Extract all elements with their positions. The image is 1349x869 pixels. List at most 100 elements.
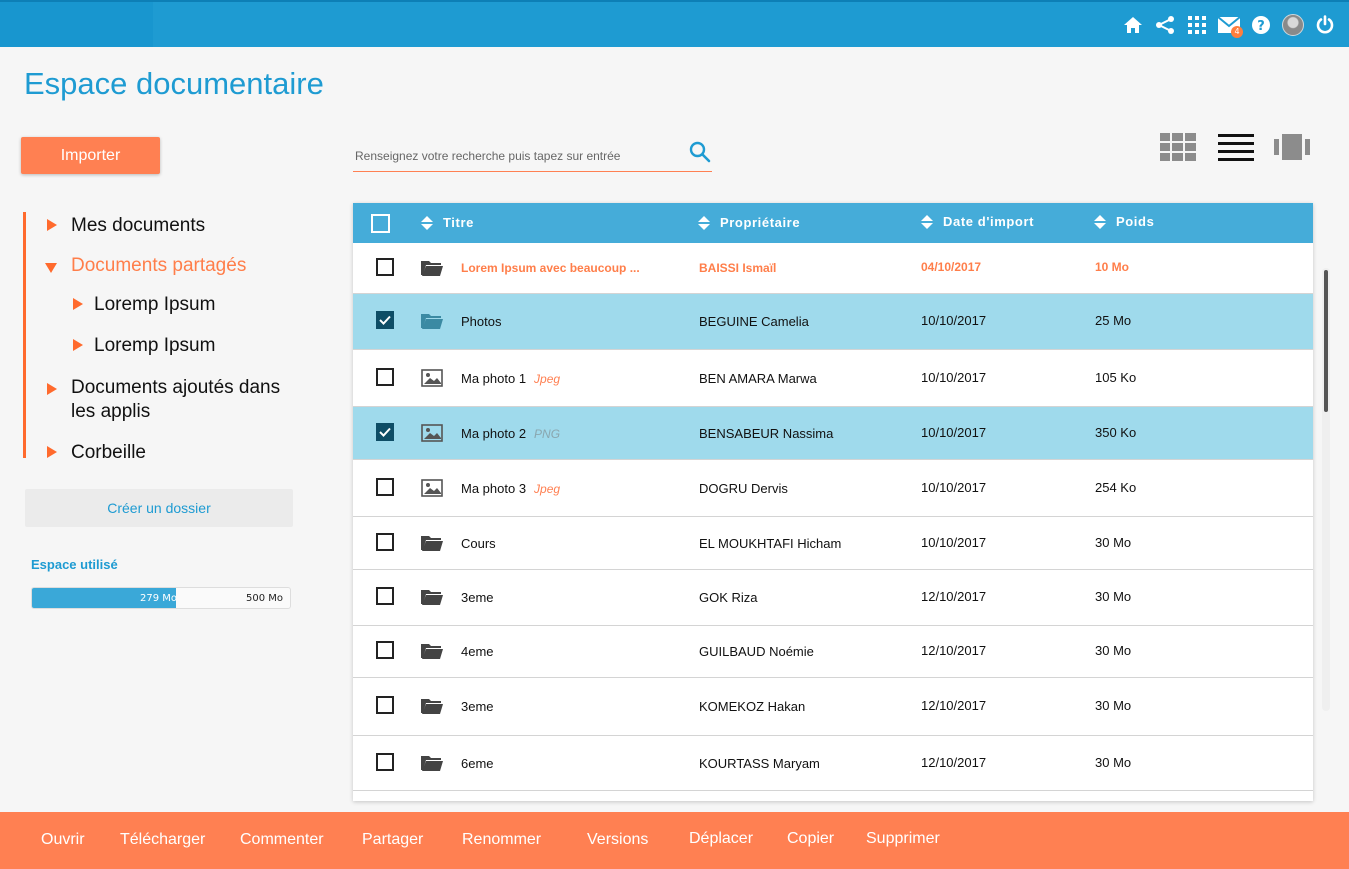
cell-size: 30 Mo <box>1095 643 1132 658</box>
storage-bar: 279 Mo 500 Mo <box>31 587 291 609</box>
row-checkbox[interactable] <box>376 753 394 771</box>
folder-icon <box>421 754 443 777</box>
action-partager[interactable]: Partager <box>362 831 423 849</box>
row-checkbox[interactable] <box>376 478 394 496</box>
column-header-label: Titre <box>443 215 474 230</box>
cell-title[interactable]: Lorem Ipsum avec beaucoup ... <box>461 261 640 275</box>
tree-item-loremp-ipsum-2[interactable]: Loremp Ipsum <box>73 335 215 357</box>
title-text: 4eme <box>461 644 494 659</box>
column-header-proprietaire[interactable]: Propriétaire <box>698 215 800 230</box>
create-folder-button[interactable]: Créer un dossier <box>25 489 293 527</box>
cell-title[interactable]: Ma photo 3 Jpeg <box>461 481 560 496</box>
import-button[interactable]: Importer <box>21 137 160 174</box>
table-row[interactable]: 3eme GOK Riza 12/10/2017 30 Mo <box>353 570 1313 626</box>
cell-title[interactable]: 6eme <box>461 756 494 771</box>
tree-item-documents-applis[interactable]: Documents ajoutés dans les applis <box>47 377 281 424</box>
row-checkbox[interactable] <box>376 533 394 551</box>
grid-view-icon[interactable] <box>1160 133 1210 163</box>
chevron-right-icon <box>47 383 57 395</box>
sort-icon <box>1094 214 1106 229</box>
column-header-titre[interactable]: Titre <box>421 215 474 230</box>
share-icon[interactable] <box>1149 11 1181 39</box>
action-deplacer[interactable]: Déplacer <box>689 830 753 848</box>
cell-title[interactable]: Ma photo 1 Jpeg <box>461 371 560 386</box>
table-row[interactable]: Ma photo 1 Jpeg BEN AMARA Marwa 10/10/2017 1… <box>353 350 1313 407</box>
row-checkbox[interactable] <box>376 368 394 386</box>
cell-owner: KOURTASS Maryam <box>699 756 820 771</box>
help-icon[interactable]: ? <box>1245 11 1277 39</box>
cell-owner: GOK Riza <box>699 590 758 605</box>
search-icon[interactable] <box>688 140 712 164</box>
table-row[interactable]: Ma photo 2 PNG BENSABEUR Nassima 10/10/2017… <box>353 407 1313 460</box>
top-bar: 4 ? <box>0 0 1349 47</box>
row-checkbox[interactable] <box>376 423 394 441</box>
image-icon <box>421 369 443 392</box>
cell-title[interactable]: 3eme <box>461 699 494 714</box>
avatar-image <box>1282 14 1304 36</box>
list-view-icon[interactable] <box>1210 133 1260 163</box>
column-header-label: Poids <box>1116 214 1155 229</box>
action-commenter[interactable]: Commenter <box>240 831 324 849</box>
title-text: Lorem Ipsum avec beaucoup ... <box>461 261 640 275</box>
storage-used: 279 Mo <box>140 593 178 604</box>
action-telecharger[interactable]: Télécharger <box>120 831 205 849</box>
table-row[interactable]: Lorem Ipsum avec beaucoup ... BAISSI Isma… <box>353 243 1313 294</box>
tree-item-documents-partages[interactable]: Documents partagés <box>45 255 246 277</box>
action-versions[interactable]: Versions <box>587 831 648 849</box>
file-type: Jpeg <box>534 372 561 386</box>
action-renommer[interactable]: Renommer <box>462 831 541 849</box>
avatar[interactable] <box>1277 11 1309 39</box>
row-checkbox[interactable] <box>376 258 394 276</box>
row-checkbox[interactable] <box>376 696 394 714</box>
column-header-poids[interactable]: Poids <box>1094 214 1154 229</box>
chevron-right-icon <box>73 298 83 310</box>
table-row[interactable]: 3eme KOMEKOZ Hakan 12/10/2017 30 Mo <box>353 678 1313 736</box>
action-supprimer[interactable]: Supprimer <box>866 830 940 848</box>
cell-title[interactable]: 3eme <box>461 590 494 605</box>
table-row[interactable]: Ma photo 3 Jpeg DOGRU Dervis 10/10/2017 254 … <box>353 460 1313 517</box>
column-header-label: Date d'import <box>943 214 1035 229</box>
table-row[interactable]: 4eme GUILBAUD Noémie 12/10/2017 30 Mo <box>353 626 1313 678</box>
carousel-view-icon[interactable] <box>1260 133 1310 163</box>
cell-size: 10 Mo <box>1095 260 1130 274</box>
folder-icon <box>421 588 443 611</box>
cell-title[interactable]: Ma photo 2 PNG <box>461 426 560 441</box>
cell-title[interactable]: Cours <box>461 536 496 551</box>
tree-item-label: Documents ajoutés dans <box>71 377 281 398</box>
table-row[interactable]: 6eme KOURTASS Maryam 12/10/2017 30 Mo <box>353 736 1313 791</box>
cell-title[interactable]: 4eme <box>461 644 494 659</box>
folder-icon <box>421 312 443 335</box>
search-input[interactable] <box>355 146 675 166</box>
cell-size: 30 Mo <box>1095 589 1132 604</box>
action-bar: Ouvrir Télécharger Commenter Partager Renomm… <box>0 812 1349 869</box>
chevron-right-icon <box>47 219 57 231</box>
row-checkbox[interactable] <box>376 587 394 605</box>
home-icon[interactable] <box>1117 11 1149 39</box>
table-header: Titre Propriétaire Date d'import Poids <box>353 203 1313 243</box>
action-ouvrir[interactable]: Ouvrir <box>41 831 85 849</box>
apps-grid-icon[interactable] <box>1181 11 1213 39</box>
tree-item-loremp-ipsum-1[interactable]: Loremp Ipsum <box>73 294 215 316</box>
cell-owner: BAISSI Ismaïl <box>699 261 777 275</box>
chevron-right-icon <box>73 339 83 351</box>
tree-item-mes-documents[interactable]: Mes documents <box>47 215 205 237</box>
action-copier[interactable]: Copier <box>787 830 834 848</box>
power-icon[interactable] <box>1309 11 1341 39</box>
tree-item-label: Loremp Ipsum <box>94 294 216 315</box>
cell-owner: BENSABEUR Nassima <box>699 426 834 441</box>
column-header-date[interactable]: Date d'import <box>921 214 1034 229</box>
cell-size: 105 Ko <box>1095 370 1137 385</box>
title-text: Photos <box>461 314 502 329</box>
row-checkbox[interactable] <box>376 641 394 659</box>
cell-date: 10/10/2017 <box>921 535 987 550</box>
tree-item-corbeille[interactable]: Corbeille <box>47 442 146 464</box>
table-row[interactable]: Photos BEGUINE Camelia 10/10/2017 25 Mo <box>353 294 1313 350</box>
cell-title[interactable]: Photos <box>461 314 501 329</box>
sort-icon <box>421 215 433 230</box>
view-toggles <box>1160 133 1310 163</box>
select-all-checkbox[interactable] <box>371 214 390 233</box>
mail-icon[interactable]: 4 <box>1213 11 1245 39</box>
row-checkbox[interactable] <box>376 311 394 329</box>
scrollbar-thumb[interactable] <box>1324 270 1328 412</box>
table-row[interactable]: Cours EL MOUKHTAFI Hicham 10/10/2017 30 Mo <box>353 517 1313 570</box>
